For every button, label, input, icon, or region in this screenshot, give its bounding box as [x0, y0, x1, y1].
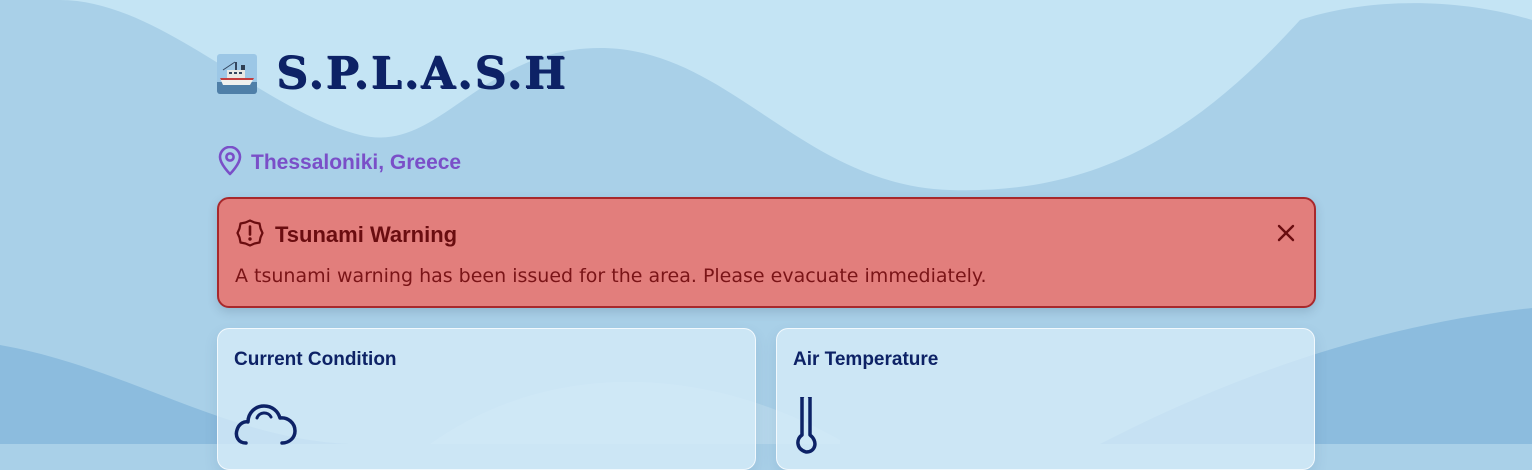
card-title: Current Condition [234, 349, 397, 370]
app-title: S.P.L.A.S.H [276, 48, 568, 99]
current-condition-card: Current Condition [217, 328, 756, 470]
app-header: S.P.L.A.S.H [217, 52, 567, 96]
ship-logo-icon [217, 54, 257, 94]
alert-close-button[interactable] [1274, 221, 1298, 245]
air-temperature-card: Air Temperature [776, 328, 1315, 470]
map-pin-icon [217, 145, 243, 180]
alert-circle-icon [235, 218, 265, 252]
cloud-icon [234, 397, 298, 451]
location: Thessaloniki, Greece [217, 145, 462, 180]
tsunami-alert: Tsunami Warning A tsunami warning has be… [217, 197, 1316, 308]
location-label: Thessaloniki, Greece [251, 151, 462, 174]
alert-message: A tsunami warning has been issued for th… [235, 265, 987, 287]
close-icon [1274, 224, 1298, 248]
alert-header: Tsunami Warning [235, 218, 457, 252]
alert-title: Tsunami Warning [275, 222, 458, 247]
card-title: Air Temperature [793, 349, 939, 370]
thermometer-icon [793, 393, 833, 459]
